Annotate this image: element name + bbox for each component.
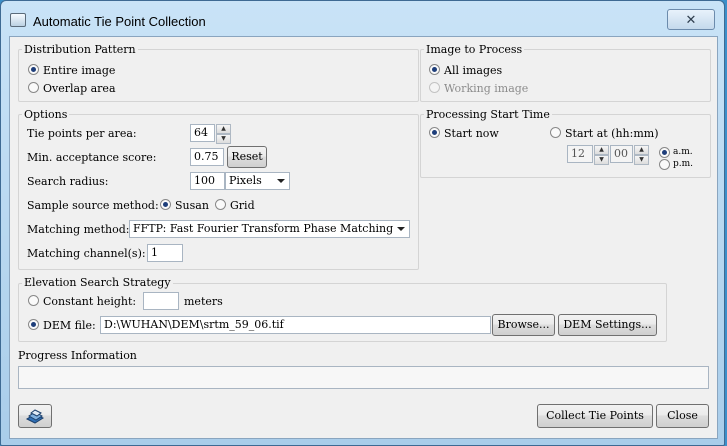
overlap-area-radio[interactable] — [28, 82, 39, 93]
pm-label[interactable]: p.m. — [673, 158, 693, 171]
entire-image-label[interactable]: Entire image — [43, 64, 115, 77]
working-image-radio — [429, 82, 440, 93]
all-images-label[interactable]: All images — [444, 64, 502, 77]
dem-file-radio[interactable] — [28, 319, 39, 330]
window-title: Automatic Tie Point Collection — [33, 14, 206, 29]
search-radius-unit-select[interactable]: Pixels — [225, 172, 290, 190]
min-acceptance-label: Min. acceptance score: — [27, 151, 157, 164]
collect-tie-points-button[interactable]: Collect Tie Points — [537, 404, 653, 428]
chevron-down-icon — [397, 227, 405, 231]
grid-label[interactable]: Grid — [230, 199, 255, 212]
options-title: Options — [22, 108, 70, 121]
constant-height-input[interactable] — [143, 292, 179, 310]
search-radius-label: Search radius: — [27, 175, 109, 188]
tie-points-label: Tie points per area: — [27, 127, 137, 140]
matching-channel-input[interactable]: 1 — [147, 244, 183, 262]
entire-image-radio[interactable] — [28, 64, 39, 75]
constant-height-label[interactable]: Constant height: — [43, 295, 136, 308]
start-at-radio[interactable] — [550, 127, 561, 138]
close-button[interactable]: Close — [656, 404, 709, 428]
grid-radio[interactable] — [215, 199, 226, 210]
tie-points-spinner[interactable]: ▲ ▼ — [216, 124, 231, 144]
dialog-body: Distribution Pattern Entire image Overla… — [9, 36, 718, 439]
constant-height-radio[interactable] — [28, 295, 39, 306]
help-button[interactable] — [18, 404, 52, 428]
start-minute-input[interactable]: 00 — [610, 145, 633, 163]
working-image-label: Working image — [444, 82, 529, 95]
matching-method-label: Matching method: — [27, 223, 130, 236]
application-icon — [10, 13, 26, 27]
dialog-window: Automatic Tie Point Collection ✕ Distrib… — [0, 0, 725, 446]
image-to-process-title: Image to Process — [424, 43, 525, 56]
start-minute-spinner[interactable]: ▲ ▼ — [634, 145, 649, 165]
start-now-radio[interactable] — [429, 127, 440, 138]
browse-button[interactable]: Browse... — [492, 314, 555, 336]
min-acceptance-input[interactable]: 0.75 — [190, 148, 224, 166]
pm-radio[interactable] — [659, 159, 670, 170]
search-radius-input[interactable]: 100 — [190, 172, 225, 190]
dem-file-label[interactable]: DEM file: — [43, 319, 96, 332]
matching-method-value: FFTP: Fast Fourier Transform Phase Match… — [133, 222, 394, 235]
search-radius-unit-value: Pixels — [229, 174, 262, 187]
title-bar: Automatic Tie Point Collection ✕ — [1, 1, 724, 35]
start-at-label[interactable]: Start at (hh:mm) — [565, 127, 658, 140]
sample-source-label: Sample source method: — [27, 199, 159, 212]
matching-method-select[interactable]: FFTP: Fast Fourier Transform Phase Match… — [129, 220, 410, 238]
reset-button[interactable]: Reset — [227, 146, 267, 168]
tie-points-input[interactable]: 64 — [190, 124, 215, 142]
start-hour-input[interactable]: 12 — [567, 145, 593, 163]
elevation-strategy-title: Elevation Search Strategy — [22, 276, 173, 289]
start-hour-spinner[interactable]: ▲ ▼ — [594, 145, 609, 165]
susan-label[interactable]: Susan — [175, 199, 209, 212]
start-now-label[interactable]: Start now — [444, 127, 499, 140]
progress-info-field — [18, 366, 709, 389]
dem-file-path-input[interactable]: D:\WUHAN\DEM\srtm_59_06.tif — [100, 316, 491, 334]
distribution-pattern-title: Distribution Pattern — [22, 43, 138, 56]
overlap-area-label[interactable]: Overlap area — [43, 82, 116, 95]
matching-channel-label: Matching channel(s): — [27, 247, 146, 260]
meters-label: meters — [184, 295, 223, 308]
susan-radio[interactable] — [160, 199, 171, 210]
close-window-button[interactable]: ✕ — [667, 9, 715, 30]
progress-info-title: Progress Information — [18, 349, 137, 362]
processing-start-title: Processing Start Time — [424, 108, 552, 121]
chevron-down-icon — [277, 179, 285, 183]
all-images-radio[interactable] — [429, 64, 440, 75]
am-radio[interactable] — [659, 147, 670, 158]
dem-settings-button[interactable]: DEM Settings... — [558, 314, 657, 336]
help-book-icon — [25, 409, 45, 424]
